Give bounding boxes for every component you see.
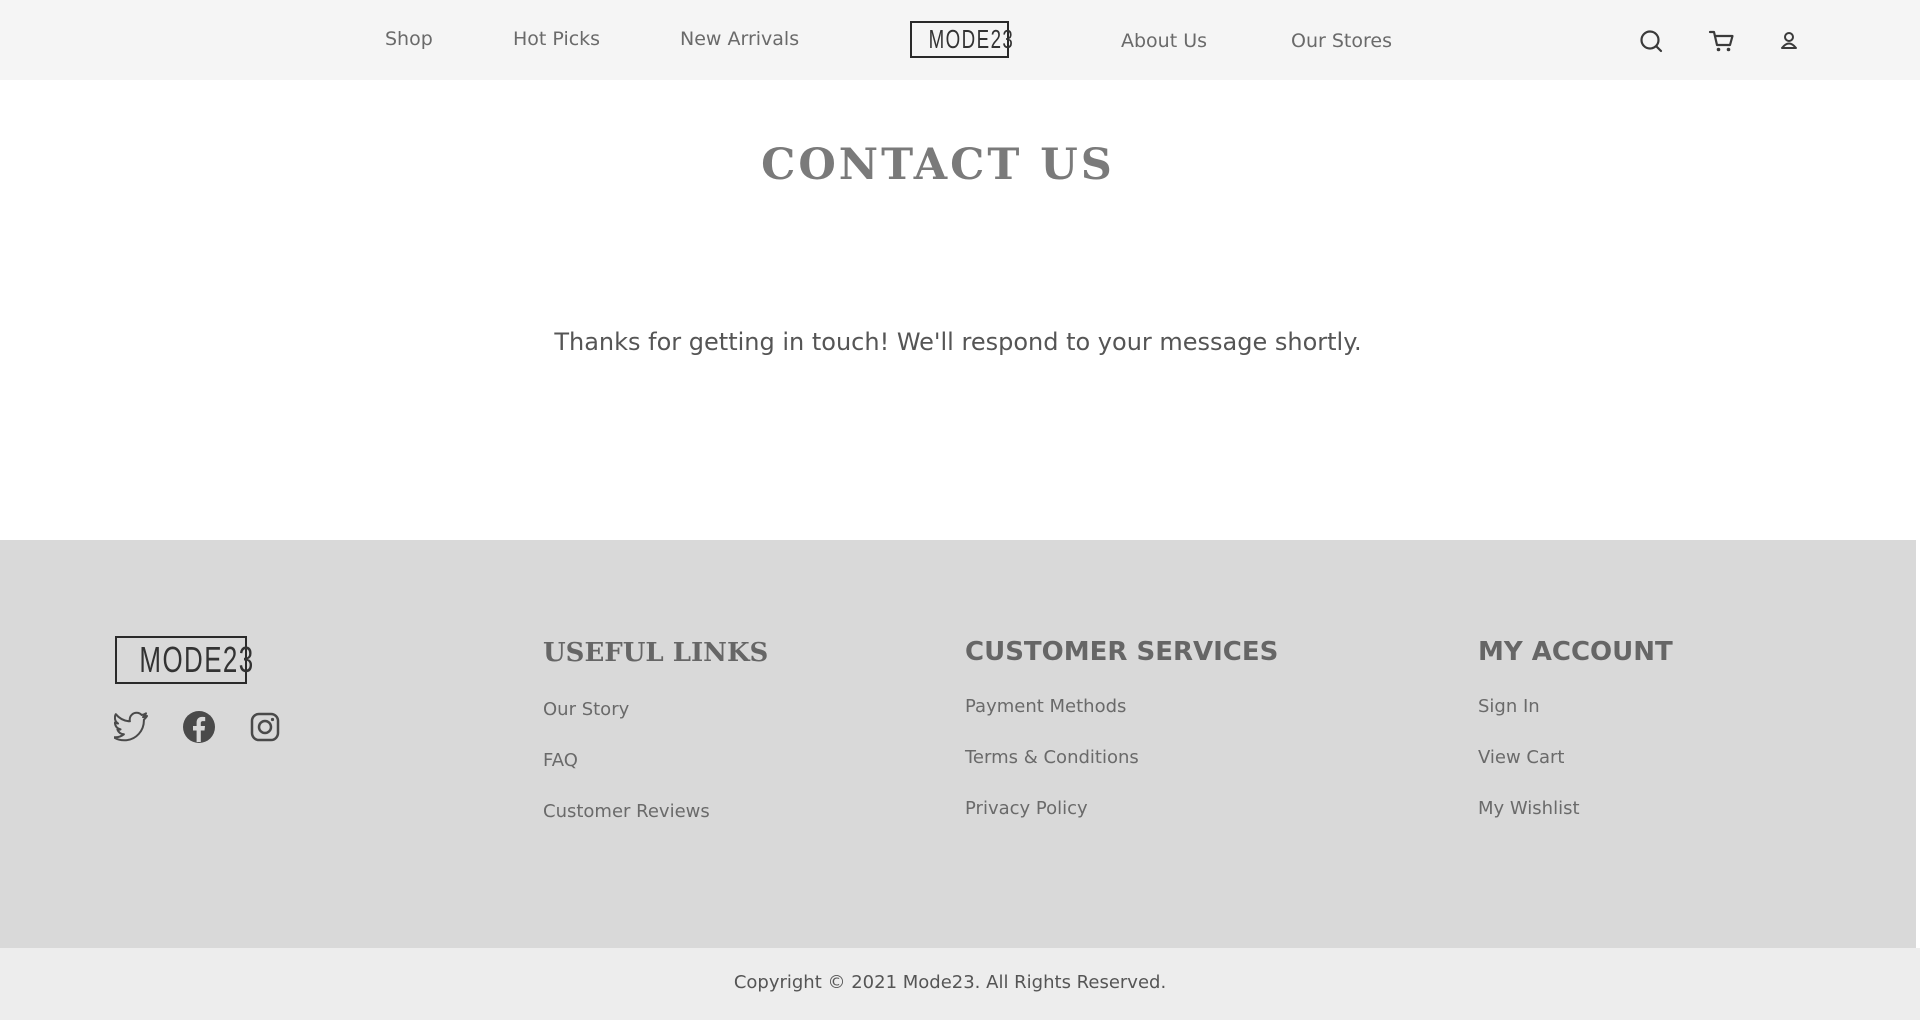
nav-our-stores[interactable]: Our Stores: [1291, 30, 1392, 52]
footer-link-privacy-policy[interactable]: Privacy Policy: [965, 798, 1088, 819]
footer-link-our-story[interactable]: Our Story: [543, 699, 629, 720]
search-icon[interactable]: [1637, 26, 1667, 56]
facebook-icon[interactable]: [181, 709, 217, 745]
nav-shop[interactable]: Shop: [385, 28, 433, 50]
site-header: Shop Hot Picks New Arrivals MODE23 About…: [0, 0, 1920, 80]
page-title: CONTACT US: [761, 140, 1115, 190]
my-account-heading: MY ACCOUNT: [1478, 637, 1673, 667]
footer-link-terms-conditions[interactable]: Terms & Conditions: [965, 747, 1139, 768]
footer-link-sign-in[interactable]: Sign In: [1478, 696, 1540, 717]
cart-icon[interactable]: [1707, 26, 1737, 56]
nav-hot-picks[interactable]: Hot Picks: [513, 28, 600, 50]
header-logo-text: MODE23: [928, 24, 1015, 54]
site-footer: [0, 540, 1916, 948]
instagram-icon[interactable]: [247, 709, 283, 745]
footer-logo-text: MODE23: [139, 639, 255, 680]
footer-link-payment-methods[interactable]: Payment Methods: [965, 696, 1126, 717]
footer-logo[interactable]: MODE23: [115, 636, 253, 684]
header-logo[interactable]: MODE23: [910, 21, 1013, 58]
footer-link-view-cart[interactable]: View Cart: [1478, 747, 1565, 768]
confirmation-message: Thanks for getting in touch! We'll respo…: [554, 328, 1362, 356]
footer-link-my-wishlist[interactable]: My Wishlist: [1478, 798, 1580, 819]
twitter-icon[interactable]: [112, 709, 150, 745]
customer-services-heading: CUSTOMER SERVICES: [965, 637, 1279, 667]
nav-about-us[interactable]: About Us: [1121, 30, 1207, 52]
footer-link-faq[interactable]: FAQ: [543, 750, 578, 771]
footer-link-customer-reviews[interactable]: Customer Reviews: [543, 801, 710, 822]
footer-edge: [1916, 540, 1920, 948]
useful-links-heading: USEFUL LINKS: [543, 638, 769, 668]
copyright-text: Copyright © 2021 Mode23. All Rights Rese…: [733, 972, 1167, 993]
user-icon[interactable]: [1774, 26, 1804, 56]
nav-new-arrivals[interactable]: New Arrivals: [680, 28, 799, 50]
